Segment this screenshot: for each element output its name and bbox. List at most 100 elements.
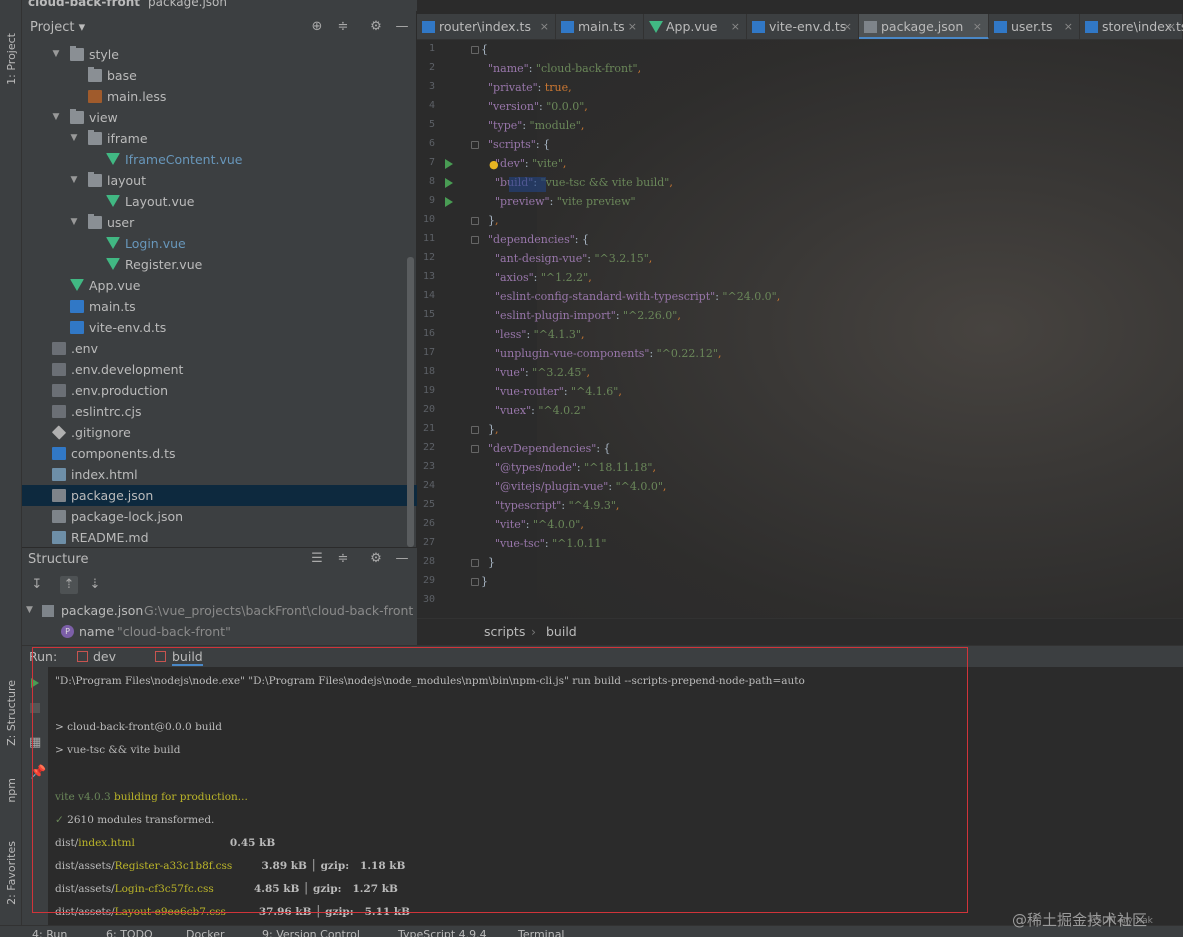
tool-tab-structure[interactable]: Z: Structure (0, 668, 22, 758)
code-line[interactable]: "vuex": "^4.0.2" (481, 404, 586, 417)
tree-item[interactable]: main.less (22, 86, 417, 107)
code-line[interactable]: "eslint-plugin-import": "^2.26.0", (481, 309, 681, 322)
crumb-build[interactable]: build (546, 624, 577, 639)
fold-icon[interactable] (471, 578, 479, 586)
navigate-source-icon[interactable]: ⇡ (60, 576, 78, 594)
code-line[interactable]: }, (481, 214, 499, 227)
run-console[interactable]: "D:\Program Files\nodejs\node.exe" "D:\P… (48, 667, 1183, 925)
tool-tab-npm[interactable]: npm (0, 765, 22, 815)
code-line[interactable]: "@types/node": "^18.11.18", (481, 461, 656, 474)
code-line[interactable]: "axios": "^1.2.2", (481, 271, 592, 284)
tree-item[interactable]: ▼ layout (22, 170, 417, 191)
run-tab-build[interactable]: build (172, 649, 203, 666)
tree-item[interactable]: Register.vue (22, 254, 417, 275)
code-line[interactable]: "@vitejs/plugin-vue": "^4.0.0", (481, 480, 666, 493)
fold-icon[interactable] (471, 46, 479, 54)
code-line[interactable]: "vue-router": "^4.1.6", (481, 385, 622, 398)
tree-item[interactable]: index.html (22, 464, 417, 485)
tree-item[interactable]: .env.production (22, 380, 417, 401)
fold-icon[interactable] (471, 141, 479, 149)
run-tab-dev[interactable]: dev (93, 649, 116, 664)
editor-tab[interactable]: user.ts × (989, 14, 1080, 39)
code-line[interactable]: "version": "0.0.0", (481, 100, 588, 113)
fold-icon[interactable] (471, 445, 479, 453)
editor-tab[interactable]: router\index.ts × (417, 14, 556, 39)
close-icon[interactable]: × (1064, 14, 1073, 39)
fold-icon[interactable] (471, 217, 479, 225)
editor-tab[interactable]: vite-env.d.ts × (747, 14, 859, 39)
chevron-down-icon[interactable]: ▼ (50, 107, 62, 128)
close-icon[interactable]: × (843, 14, 852, 39)
collapse-all-icon[interactable]: ≑ (335, 551, 351, 567)
rerun-icon[interactable] (31, 678, 39, 688)
code-line[interactable]: }, (481, 423, 499, 436)
tree-item[interactable]: package.json (22, 485, 417, 506)
code-line[interactable]: "vue-tsc": "^1.0.11" (481, 537, 606, 550)
tree-item[interactable]: ▼ iframe (22, 128, 417, 149)
code-line[interactable]: "scripts": { (481, 138, 550, 151)
editor-tab[interactable]: package.json × (859, 14, 989, 39)
bottom-tab-version-control[interactable]: 9: Version Control (262, 928, 360, 937)
close-icon[interactable]: × (628, 14, 637, 39)
gear-icon[interactable]: ⚙ (368, 551, 384, 567)
editor-tab[interactable]: main.ts × (556, 14, 644, 39)
structure-child-row[interactable]: P name "cloud-back-front" (22, 621, 417, 642)
close-icon[interactable]: × (731, 14, 740, 39)
tree-item[interactable]: .env (22, 338, 417, 359)
code-line[interactable]: } (481, 575, 488, 588)
tree-item[interactable]: ▼ style (22, 44, 417, 65)
fold-icon[interactable] (471, 559, 479, 567)
fold-icon[interactable] (471, 236, 479, 244)
editor-tab[interactable]: store\index.ts × (1080, 14, 1183, 39)
chevron-down-icon[interactable]: ▼ (68, 128, 80, 149)
code-line[interactable]: { (481, 43, 488, 56)
sort-alpha-icon[interactable]: ↧ (28, 576, 46, 594)
code-line[interactable]: "typescript": "^4.9.3", (481, 499, 619, 512)
expand-all-icon[interactable]: ☰ (309, 551, 325, 567)
tree-item[interactable]: IframeContent.vue (22, 149, 417, 170)
stop-icon[interactable] (30, 703, 40, 713)
code-line[interactable]: "ant-design-vue": "^3.2.15", (481, 252, 652, 265)
code-line[interactable]: "preview": "vite preview" (481, 195, 636, 208)
code-line[interactable]: "devDependencies": { (481, 442, 611, 455)
tree-item[interactable]: App.vue (22, 275, 417, 296)
code-line[interactable]: "eslint-config-standard-with-typescript"… (481, 290, 780, 303)
structure-root-row[interactable]: ▼ package.json G:\vue_projects\backFront… (22, 600, 417, 621)
tool-tab-favorites[interactable]: 2: Favorites (0, 828, 22, 918)
code-line[interactable]: "vue": "^3.2.45", (481, 366, 590, 379)
minimize-icon[interactable]: — (394, 551, 410, 567)
bottom-tab-typescript[interactable]: TypeScript 4.9.4 (398, 928, 487, 937)
code-line[interactable]: "name": "cloud-back-front", (481, 62, 641, 75)
close-icon[interactable]: × (1167, 14, 1176, 39)
tree-item[interactable]: components.d.ts (22, 443, 417, 464)
tree-item[interactable]: ▼ view (22, 107, 417, 128)
project-view-selector[interactable]: Project ▾ (30, 20, 85, 35)
close-icon[interactable]: × (540, 14, 549, 39)
editor-tab[interactable]: App.vue × (644, 14, 747, 39)
gear-icon[interactable]: ⚙ (368, 19, 384, 35)
layout-icon[interactable]: ▦ (29, 735, 41, 750)
tree-item[interactable]: main.ts (22, 296, 417, 317)
collapse-all-icon[interactable]: ≑ (335, 19, 351, 35)
breadcrumb-file[interactable]: package.json (148, 0, 227, 9)
chevron-down-icon[interactable]: ▼ (68, 212, 80, 233)
tree-item[interactable]: .eslintrc.cjs (22, 401, 417, 422)
code-line[interactable]: "type": "module", (481, 119, 584, 132)
tree-item[interactable]: README.md (22, 527, 417, 548)
fold-icon[interactable] (471, 426, 479, 434)
tree-item[interactable]: .gitignore (22, 422, 417, 443)
locate-icon[interactable]: ⊕ (309, 19, 325, 35)
run-script-icon[interactable] (445, 178, 453, 188)
tree-item[interactable]: package-lock.json (22, 506, 417, 527)
run-script-icon[interactable] (445, 159, 453, 169)
chevron-down-icon[interactable]: ▼ (50, 44, 62, 65)
tree-item[interactable]: Layout.vue (22, 191, 417, 212)
code-line[interactable]: } (481, 556, 495, 569)
breadcrumb-project[interactable]: cloud-back-front (28, 0, 140, 9)
project-scrollbar[interactable] (407, 257, 414, 547)
tree-item[interactable]: base (22, 65, 417, 86)
pin-icon[interactable]: 📌 (30, 765, 46, 780)
bottom-tab-docker[interactable]: Docker (186, 928, 225, 937)
chevron-down-icon[interactable]: ▼ (68, 170, 80, 191)
code-line[interactable]: "unplugin-vue-components": "^0.22.12", (481, 347, 721, 360)
